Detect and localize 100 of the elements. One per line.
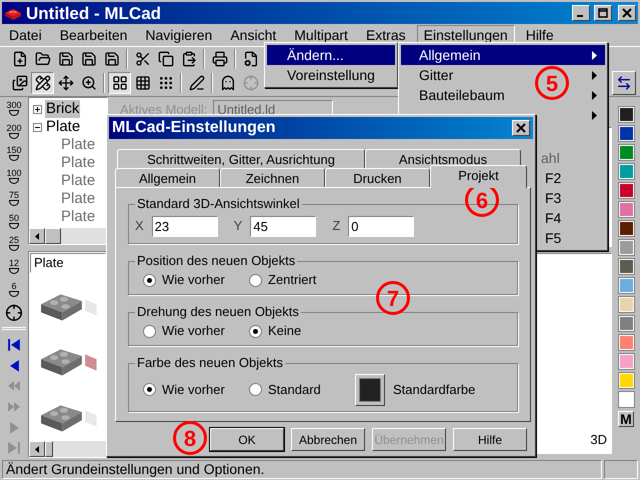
angle-field[interactable]: 45 (250, 216, 316, 236)
color-swatch[interactable] (618, 278, 634, 293)
horizontal-scrollbar[interactable] (29, 228, 107, 244)
expand-toggle[interactable] (33, 104, 42, 114)
minimize-button[interactable] (572, 5, 590, 21)
tree-item[interactable]: Plate (61, 190, 96, 207)
color-swatch[interactable] (618, 297, 634, 312)
skip-back-icon[interactable] (6, 336, 22, 353)
scrollbar-thumb[interactable] (45, 441, 53, 457)
tab[interactable]: Zeichnen (220, 168, 325, 187)
axis-label: X (135, 217, 144, 236)
shortcut-label: F5 (545, 228, 562, 248)
part-filter-field[interactable]: Plate (30, 253, 106, 273)
zoom-button[interactable]: 25 (2, 236, 26, 258)
tab[interactable]: Allgemein (115, 168, 220, 187)
color-swatch[interactable] (618, 202, 634, 217)
group-title: Farbe des neuen Objekts (135, 355, 285, 371)
left-arrow-icon[interactable] (35, 232, 39, 240)
color-swatch[interactable] (618, 259, 634, 274)
menu-entry[interactable]: Gitter (419, 66, 454, 82)
tab[interactable]: Projekt (430, 165, 528, 188)
swap-bricks-button[interactable] (612, 71, 636, 95)
radio-button[interactable] (143, 274, 156, 286)
color-swatch[interactable] (618, 354, 634, 369)
radio-button[interactable] (143, 324, 156, 338)
zoom-button[interactable]: 100 (2, 168, 26, 190)
tree-item[interactable]: Plate (61, 154, 96, 171)
collapse-toggle[interactable] (33, 122, 42, 132)
zoom-button[interactable]: 6 (2, 282, 26, 304)
radio-button[interactable] (249, 383, 262, 396)
properties-icon (242, 50, 258, 66)
horizontal-scrollbar[interactable] (29, 441, 107, 457)
close-icon (622, 8, 632, 18)
color-swatch[interactable] (618, 373, 634, 388)
grid-icon (134, 75, 150, 91)
radio-button[interactable] (249, 324, 262, 338)
menu-entry[interactable]: Bauteilebaum (419, 86, 505, 102)
tab[interactable]: Drucken (324, 168, 430, 187)
menu-item[interactable]: Hilfe (518, 25, 561, 45)
angle-field[interactable]: 0 (348, 216, 414, 236)
palette-button[interactable]: M (618, 411, 634, 427)
menu-item[interactable]: Navigieren (138, 25, 220, 45)
move-icon (58, 75, 74, 91)
dialog-button[interactable]: OK (210, 428, 284, 451)
tree-item[interactable]: Plate (61, 172, 96, 189)
zoom-button[interactable]: 200 (2, 124, 26, 146)
dialog-button[interactable]: Abbrechen (291, 428, 365, 451)
radio-label: Wie vorher (162, 271, 225, 290)
menu-item[interactable]: Extras (358, 25, 413, 45)
close-button[interactable] (618, 5, 636, 21)
zoom-button[interactable]: 75 (2, 191, 26, 213)
color-swatch[interactable] (618, 240, 634, 255)
scrollbar-thumb[interactable] (45, 228, 61, 244)
swap-arrows-icon (616, 75, 632, 91)
zoom-button[interactable]: 150 (2, 146, 26, 168)
layout-icon (112, 75, 128, 91)
close-button[interactable] (512, 120, 530, 136)
layout-button[interactable] (108, 72, 131, 94)
zoom-button[interactable]: 50 (2, 214, 26, 236)
submenu-arrow-icon (592, 110, 597, 120)
callout-number: 8 (173, 421, 207, 455)
crosshair-icon[interactable] (5, 304, 23, 322)
status-text: Ändert Grundeinstellungen und Optionen. (2, 460, 602, 478)
color-swatch[interactable] (618, 183, 634, 198)
color-swatch[interactable] (618, 316, 634, 331)
radio-button[interactable] (249, 274, 262, 286)
color-swatch[interactable] (618, 107, 634, 122)
tree-item[interactable]: Plate (61, 136, 96, 153)
left-arrow-icon[interactable] (35, 446, 39, 452)
maximize-button[interactable] (594, 5, 612, 21)
pencil-ruler-button[interactable] (31, 72, 54, 94)
close-icon (516, 123, 526, 133)
menu-entry[interactable]: Ändern... (267, 45, 395, 65)
menu-item[interactable]: Multipart (287, 25, 355, 45)
radio-label: Wie vorher (162, 322, 225, 340)
radio-button[interactable] (143, 383, 156, 396)
callout-number: 5 (535, 66, 569, 100)
color-swatch[interactable] (618, 164, 634, 179)
angle-field[interactable]: 23 (152, 216, 218, 236)
color-swatch[interactable] (618, 221, 634, 236)
menu-item[interactable]: Datei (2, 25, 49, 45)
menu-entry[interactable]: Voreinstellung (267, 65, 395, 85)
zoom-button[interactable]: 12 (2, 259, 26, 281)
pencil-ruler-icon (34, 75, 50, 91)
tree-item[interactable]: Brick (45, 100, 80, 118)
zoom-button[interactable]: 300 (2, 101, 26, 123)
color-swatch[interactable] (618, 335, 634, 350)
submenu-arrow-icon (592, 70, 597, 80)
tree-item[interactable]: Plate (45, 118, 82, 136)
tree-item[interactable]: Plate (61, 208, 96, 225)
color-swatch[interactable] (618, 126, 634, 141)
dialog-button[interactable]: Hilfe (453, 428, 527, 451)
tab[interactable]: Schrittweiten, Gitter, Ausrichtung (117, 149, 365, 168)
color-button[interactable] (355, 374, 385, 406)
paste-icon (180, 50, 196, 66)
color-swatch[interactable] (618, 392, 634, 407)
view-label: 3D (590, 430, 607, 448)
color-swatch[interactable] (618, 145, 634, 160)
menu-item[interactable]: Bearbeiten (52, 25, 134, 45)
menu-item[interactable]: Ansicht (223, 25, 284, 45)
